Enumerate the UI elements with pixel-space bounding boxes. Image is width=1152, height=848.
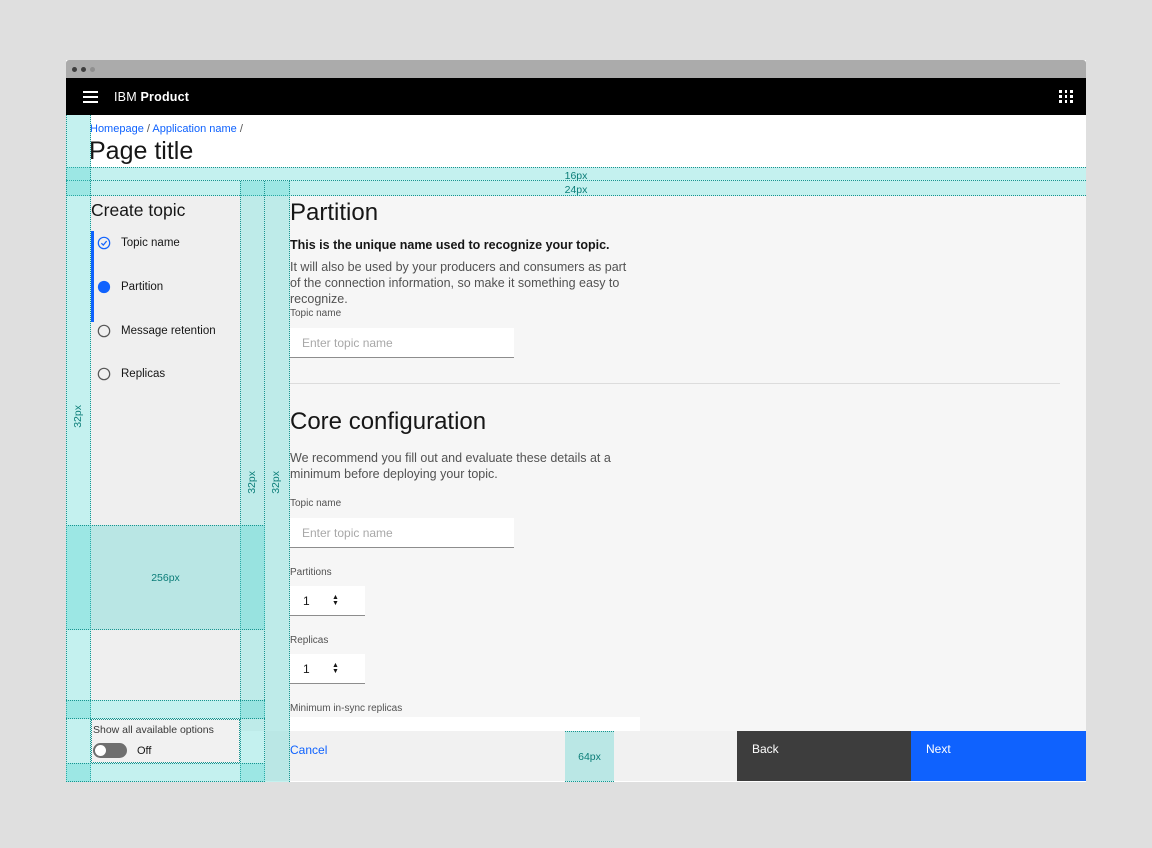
- app-switcher-icon[interactable]: [1058, 89, 1074, 104]
- topic-name-input[interactable]: [290, 328, 514, 358]
- options-toggle-switch[interactable]: [93, 743, 127, 758]
- page-frame: IBM Product Homepage / Application name …: [66, 60, 1086, 782]
- min-insync-replicas-label: Minimum in-sync replicas: [290, 703, 402, 714]
- partition-body-text: It will also be used by your producers a…: [290, 259, 635, 307]
- topic-name-label: Topic name: [290, 498, 341, 509]
- redline-band-below-toggle: [66, 763, 265, 782]
- options-toggle-label: Show all available options: [93, 724, 239, 736]
- breadcrumb-link-application[interactable]: Application name: [152, 123, 236, 135]
- redline-band-above-toggle: [66, 700, 265, 719]
- step-incomplete-icon: [97, 324, 111, 338]
- window-dot-icon: [90, 67, 95, 72]
- step-partition[interactable]: Partition: [97, 280, 163, 294]
- toggle-knob: [95, 745, 106, 756]
- product-header: IBM Product: [66, 78, 1086, 115]
- browser-chrome-bar: [66, 60, 1086, 78]
- brand-title: IBM Product: [114, 90, 189, 104]
- page-title: Page title: [89, 137, 193, 166]
- back-button[interactable]: Back: [737, 731, 911, 781]
- redline-gutter-left-32px: 32px: [66, 115, 91, 782]
- replicas-label: Replicas: [290, 635, 328, 646]
- cancel-button[interactable]: Cancel: [290, 743, 327, 757]
- step-replicas[interactable]: Replicas: [97, 367, 165, 381]
- topic-name-label: Topic name: [290, 308, 341, 319]
- redline-band-24px: 24px: [66, 181, 1086, 196]
- min-insync-replicas-input[interactable]: [290, 717, 640, 731]
- step-topic-name[interactable]: Topic name: [97, 236, 180, 250]
- partitions-label: Partitions: [290, 567, 332, 578]
- replicas-value[interactable]: [290, 662, 330, 676]
- step-incomplete-icon: [97, 367, 111, 381]
- redline-band-16px: 16px: [66, 167, 1086, 181]
- number-stepper-icon[interactable]: ▲▼: [332, 595, 339, 606]
- section-heading-partition: Partition: [290, 199, 378, 227]
- step-current-icon: [97, 280, 111, 294]
- partitions-number-input[interactable]: ▲▼: [290, 586, 365, 616]
- wizard-title: Create topic: [91, 200, 185, 221]
- section-heading-core-configuration: Core configuration: [290, 408, 486, 436]
- breadcrumb-link-homepage[interactable]: Homepage: [90, 123, 144, 135]
- number-stepper-icon[interactable]: ▲▼: [332, 663, 339, 674]
- core-topic-name-input[interactable]: [290, 518, 514, 548]
- toggle-state-label: Off: [137, 745, 151, 757]
- wizard-sidebar: Create topic Topic name Partition Messag…: [91, 196, 240, 700]
- options-toggle-block: Show all available options Off: [91, 719, 240, 763]
- section-divider: [290, 383, 1060, 384]
- window-dot-icon: [81, 67, 86, 72]
- progress-indicator-line: [91, 231, 94, 322]
- partition-lead-text: This is the unique name used to recogniz…: [290, 238, 610, 252]
- step-complete-icon: [97, 236, 111, 250]
- hamburger-menu-icon[interactable]: [66, 78, 114, 115]
- step-message-retention[interactable]: Message retention: [97, 324, 216, 338]
- replicas-number-input[interactable]: ▲▼: [290, 654, 365, 684]
- core-body-text: We recommend you fill out and evaluate t…: [290, 450, 650, 482]
- breadcrumb: Homepage / Application name /: [90, 123, 243, 135]
- partitions-value[interactable]: [290, 594, 330, 608]
- next-button[interactable]: Next: [911, 731, 1086, 781]
- window-dot-icon: [72, 67, 77, 72]
- breadcrumb-separator: /: [240, 123, 243, 135]
